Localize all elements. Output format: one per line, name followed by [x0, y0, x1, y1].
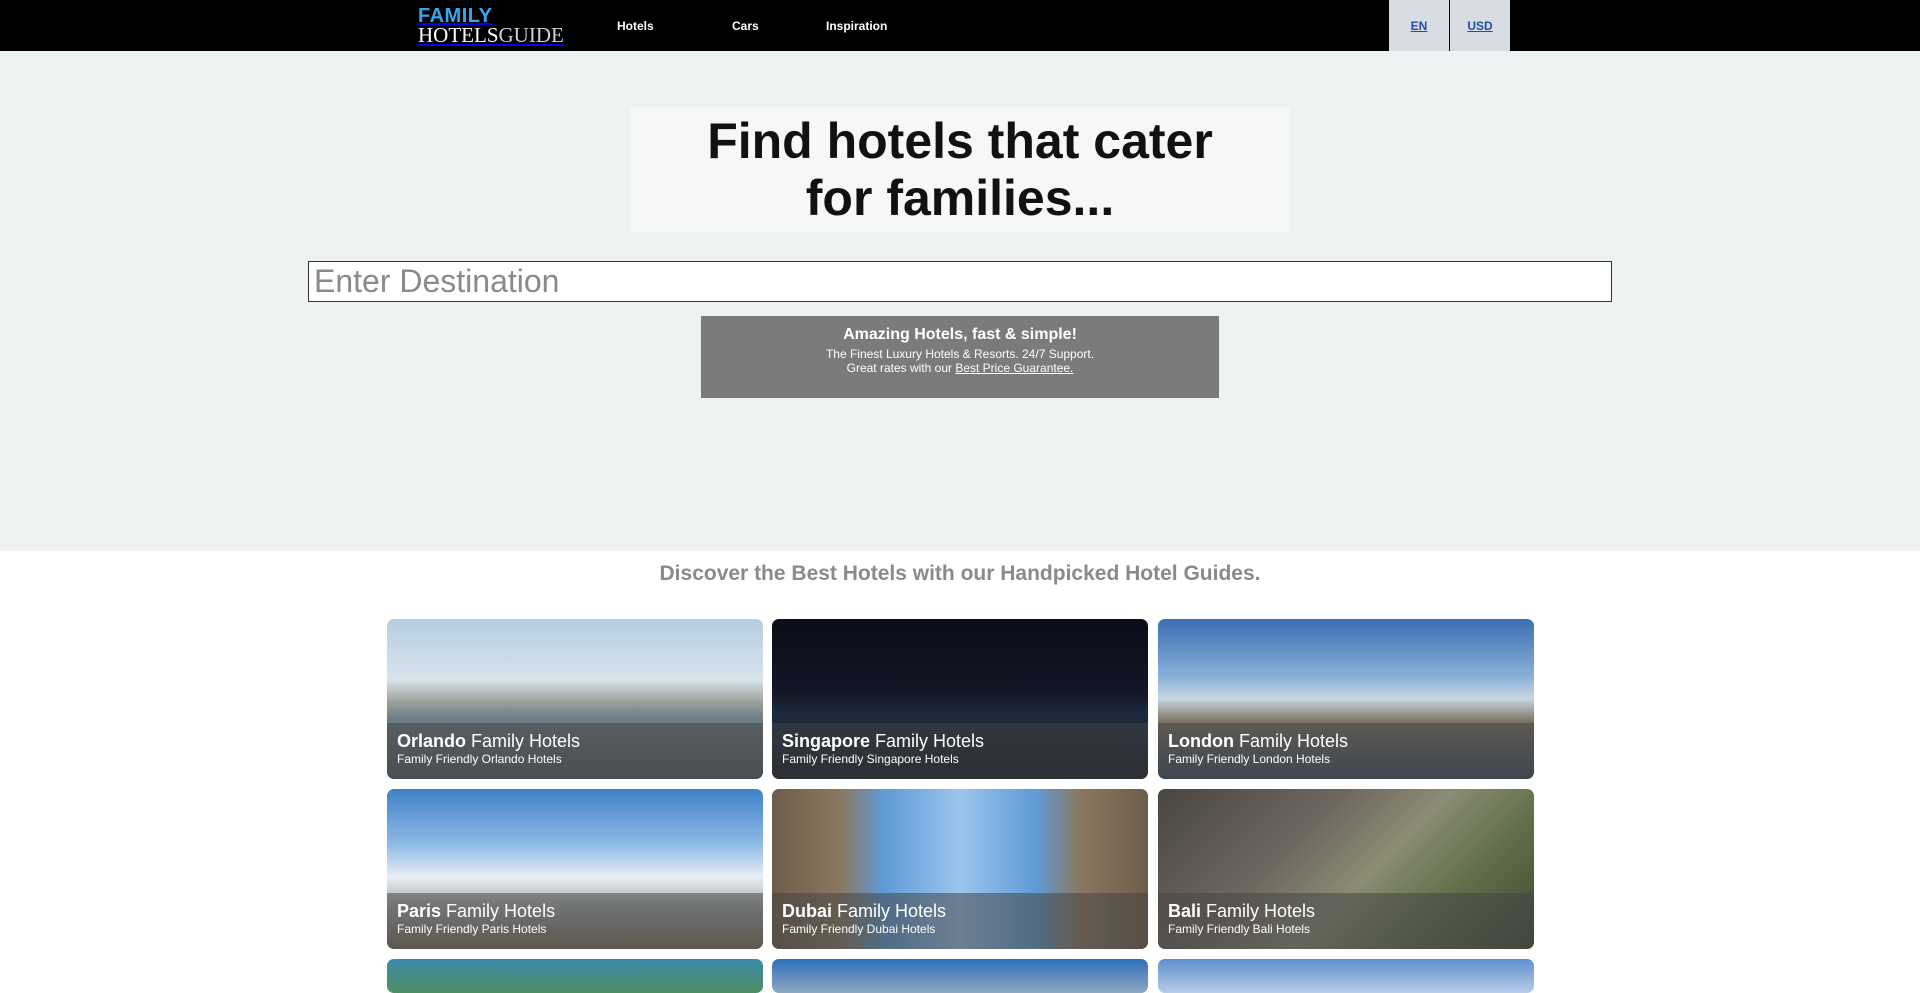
card-title: Orlando Family Hotels — [397, 731, 753, 751]
destination-photo — [387, 959, 763, 993]
nav-link-inspiration[interactable]: Inspiration — [826, 19, 887, 33]
guide-card-row3-left[interactable] — [387, 959, 763, 993]
card-caption: Bali Family Hotels Family Friendly Bali … — [1158, 893, 1534, 949]
destination-search-input[interactable] — [308, 261, 1612, 302]
card-subtitle: Family Friendly Bali Hotels — [1168, 922, 1311, 936]
guide-card-orlando[interactable]: Orlando Family Hotels Family Friendly Or… — [387, 619, 763, 779]
card-city: London — [1168, 731, 1234, 751]
card-title-suffix: Family Hotels — [441, 901, 556, 921]
logo-line-hotels-guide: HOTELSGUIDE — [418, 25, 564, 46]
logo-hotels-text: HOTELS — [418, 23, 499, 47]
logo-guide-text: GUIDE — [498, 23, 564, 47]
card-title: Dubai Family Hotels — [782, 901, 1138, 921]
guide-card-paris[interactable]: Paris Family Hotels Family Friendly Pari… — [387, 789, 763, 949]
card-city: Orlando — [397, 731, 467, 751]
card-title: Singapore Family Hotels — [782, 731, 1138, 751]
guide-card-row3-middle[interactable] — [772, 959, 1148, 993]
card-title-suffix: Family Hotels — [832, 901, 947, 921]
guide-card-bali[interactable]: Bali Family Hotels Family Friendly Bali … — [1158, 789, 1534, 949]
language-link[interactable]: EN — [1411, 19, 1428, 33]
card-city: Bali — [1168, 901, 1202, 921]
guide-card-london[interactable]: London Family Hotels Family Friendly Lon… — [1158, 619, 1534, 779]
promo-rates-text: Great rates with our — [846, 361, 956, 375]
promo-box: Amazing Hotels, fast & simple! The Fines… — [701, 316, 1219, 398]
card-city: Dubai — [782, 901, 833, 921]
card-title: Paris Family Hotels — [397, 901, 753, 921]
nav-link-hotels[interactable]: Hotels — [617, 19, 654, 33]
top-navigation-bar: FAMILY HOTELSGUIDE Hotels Cars Inspirati… — [0, 0, 1920, 51]
currency-selector[interactable]: USD — [1450, 0, 1510, 51]
card-title: London Family Hotels — [1168, 731, 1524, 751]
card-caption: Paris Family Hotels Family Friendly Pari… — [387, 893, 763, 949]
nav-link-cars[interactable]: Cars — [732, 19, 759, 33]
guide-card-singapore[interactable]: Singapore Family Hotels Family Friendly … — [772, 619, 1148, 779]
card-subtitle: Family Friendly Paris Hotels — [397, 922, 547, 936]
card-caption: Singapore Family Hotels Family Friendly … — [772, 723, 1148, 779]
card-subtitle: Family Friendly Orlando Hotels — [397, 752, 562, 766]
card-title-suffix: Family Hotels — [466, 731, 581, 751]
card-title: Bali Family Hotels — [1168, 901, 1524, 921]
card-caption: Orlando Family Hotels Family Friendly Or… — [387, 723, 763, 779]
discover-heading: Discover the Best Hotels with our Handpi… — [659, 562, 1261, 585]
card-city: Paris — [397, 901, 442, 921]
destination-photo — [772, 959, 1148, 993]
card-caption: London Family Hotels Family Friendly Lon… — [1158, 723, 1534, 779]
guide-card-row3-right[interactable] — [1158, 959, 1534, 993]
destination-photo — [1158, 959, 1534, 993]
promo-line-rates: Great rates with our Best Price Guarante… — [701, 361, 1219, 375]
card-caption: Dubai Family Hotels Family Friendly Duba… — [772, 893, 1148, 949]
promo-line-support: The Finest Luxury Hotels & Resorts. 24/7… — [825, 347, 1095, 361]
hero-section: Find hotels that cater for families... A… — [0, 51, 1920, 551]
card-title-suffix: Family Hotels — [1233, 731, 1349, 751]
card-title-suffix: Family Hotels — [1201, 901, 1316, 921]
page-headline: Find hotels that cater for families... — [707, 112, 1213, 226]
guide-card-dubai[interactable]: Dubai Family Hotels Family Friendly Duba… — [772, 789, 1148, 949]
card-subtitle: Family Friendly Dubai Hotels — [782, 922, 936, 936]
site-logo[interactable]: FAMILY HOTELSGUIDE — [418, 6, 564, 46]
card-subtitle: Family Friendly Singapore Hotels — [782, 752, 959, 766]
promo-title: Amazing Hotels, fast & simple! — [843, 326, 1077, 343]
headline-box: Find hotels that cater for families... — [630, 107, 1290, 232]
card-subtitle: Family Friendly London Hotels — [1168, 752, 1331, 766]
language-selector[interactable]: EN — [1389, 0, 1449, 51]
currency-link[interactable]: USD — [1467, 19, 1492, 33]
card-title-suffix: Family Hotels — [870, 731, 985, 751]
card-city: Singapore — [782, 731, 871, 751]
best-price-guarantee-link[interactable]: Best Price Guarantee. — [955, 361, 1073, 375]
